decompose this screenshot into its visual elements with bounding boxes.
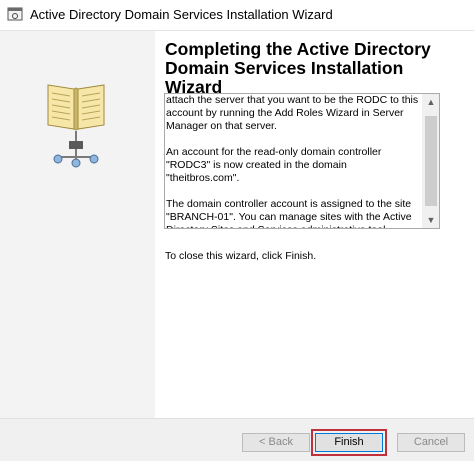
vertical-scrollbar[interactable]: ▲ ▼ xyxy=(422,94,439,228)
summary-text: attach the server that you want to be th… xyxy=(166,94,420,228)
sidebar-panel xyxy=(0,31,155,418)
wizard-app-icon xyxy=(7,7,23,21)
open-book-network-icon xyxy=(47,84,105,168)
heading-line: Domain Services Installation xyxy=(165,58,404,78)
scroll-down-arrow-icon[interactable]: ▼ xyxy=(423,212,439,228)
cancel-button[interactable]: Cancel xyxy=(397,433,465,452)
page-heading: Completing the Active Directory Domain S… xyxy=(165,40,455,97)
scroll-up-arrow-icon[interactable]: ▲ xyxy=(423,94,439,110)
back-button[interactable]: < Back xyxy=(242,433,310,452)
scrollbar-thumb[interactable] xyxy=(425,116,437,206)
close-instruction: To close this wizard, click Finish. xyxy=(165,250,317,262)
summary-paragraph: An account for the read-only domain cont… xyxy=(166,146,382,184)
title-bar: Active Directory Domain Services Install… xyxy=(0,0,474,31)
summary-paragraph: The domain controller account is assigne… xyxy=(166,198,412,228)
heading-line: Completing the Active Directory xyxy=(165,39,431,59)
summary-paragraph: attach the server that you want to be th… xyxy=(166,94,419,132)
finish-button[interactable]: Finish xyxy=(311,429,387,456)
summary-textbox[interactable]: attach the server that you want to be th… xyxy=(164,93,440,229)
window-title: Active Directory Domain Services Install… xyxy=(30,7,333,22)
wizard-footer: < Back Finish Cancel xyxy=(0,418,474,461)
